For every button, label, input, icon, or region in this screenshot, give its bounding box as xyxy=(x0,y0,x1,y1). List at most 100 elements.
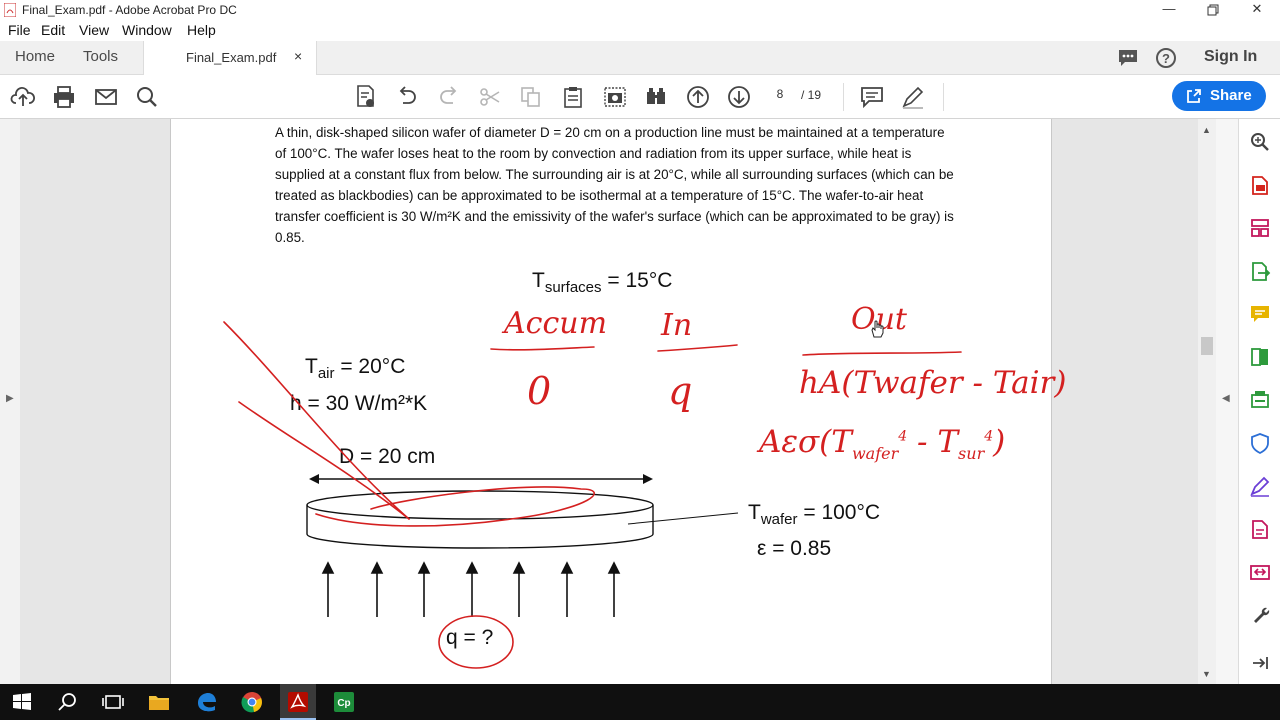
previous-page-button[interactable] xyxy=(685,84,711,110)
right-collapse-strip[interactable]: ◀ xyxy=(1216,119,1238,684)
redo-icon xyxy=(440,86,457,104)
in-handwriting: In xyxy=(661,308,693,343)
copy-icon xyxy=(521,87,540,107)
organize-pages-icon[interactable] xyxy=(1249,217,1271,239)
windows-start-icon[interactable] xyxy=(10,690,34,714)
page-number-input[interactable]: 8 xyxy=(767,87,793,105)
tab-tools[interactable]: Tools xyxy=(83,48,118,65)
menu-file[interactable]: File xyxy=(8,22,31,38)
wafer-diagram xyxy=(223,321,962,669)
accum-zero-handwriting: 0 xyxy=(527,369,552,413)
document-settings-icon xyxy=(357,85,374,107)
scroll-down-icon[interactable]: ▼ xyxy=(1202,669,1211,679)
next-page-button[interactable] xyxy=(726,84,752,110)
edge-browser-icon[interactable] xyxy=(194,690,218,714)
comment-tool-icon[interactable] xyxy=(1249,303,1271,325)
minimize-button[interactable]: — xyxy=(1146,0,1192,20)
fill-sign-icon[interactable] xyxy=(1249,475,1271,497)
scroll-up-icon[interactable]: ▲ xyxy=(1202,125,1211,135)
clipboard-icon xyxy=(564,87,582,108)
print-button[interactable] xyxy=(51,84,77,110)
protect-shield-icon[interactable] xyxy=(1249,432,1271,454)
upload-button[interactable] xyxy=(10,84,36,110)
scissors-icon xyxy=(480,88,500,106)
window-title: Final_Exam.pdf - Adobe Acrobat Pro DC xyxy=(22,3,237,17)
edit-pdf-button[interactable] xyxy=(353,84,379,110)
page-total: / 19 xyxy=(801,88,822,102)
create-pdf-icon[interactable] xyxy=(1249,174,1271,196)
pdf-page: A thin, disk-shaped silicon wafer of dia… xyxy=(170,119,1066,684)
scan-ocr-icon[interactable] xyxy=(1249,389,1271,411)
file-explorer-icon[interactable] xyxy=(147,690,171,714)
toolbar-divider xyxy=(843,83,844,111)
binoculars-icon xyxy=(647,88,665,104)
export-pdf-icon[interactable] xyxy=(1249,260,1271,282)
edit-document-icon[interactable] xyxy=(1249,518,1271,540)
arrow-down-circle-icon xyxy=(728,86,750,108)
search-button[interactable] xyxy=(134,84,160,110)
menu-view[interactable]: View xyxy=(79,22,109,38)
collapse-right-panel-icon[interactable]: ◀ xyxy=(1222,393,1230,404)
share-button[interactable]: Share xyxy=(1172,81,1266,111)
undo-button[interactable] xyxy=(394,84,420,110)
sign-in-link[interactable]: Sign In xyxy=(1204,48,1257,66)
send-for-review-icon[interactable] xyxy=(1249,561,1271,583)
radiation-term-handwriting: Aεσ(Twafer4 - Tsur4) xyxy=(759,424,1006,464)
comment-icon xyxy=(861,87,883,109)
taskbar-acrobat-active[interactable] xyxy=(280,684,316,720)
redo-button[interactable] xyxy=(436,84,462,110)
task-view-icon[interactable] xyxy=(101,690,125,714)
cloud-upload-icon xyxy=(10,87,35,106)
toolbar-divider-2 xyxy=(943,83,944,111)
left-collapse-strip[interactable]: ▶ xyxy=(0,119,21,684)
convection-term-handwriting: hA(Twafer - Tair) xyxy=(799,365,1067,401)
wafer-disk xyxy=(306,490,739,549)
close-window-button[interactable]: ✕ xyxy=(1234,0,1280,20)
copy-button[interactable] xyxy=(518,84,544,110)
in-q-handwriting: q xyxy=(668,369,693,413)
expand-left-panel-icon[interactable]: ▶ xyxy=(6,393,14,404)
paste-button[interactable] xyxy=(560,84,586,110)
comment-button[interactable] xyxy=(859,84,885,110)
svg-text:?: ? xyxy=(1162,51,1170,66)
restore-button[interactable] xyxy=(1190,0,1236,20)
taskbar-search-icon[interactable] xyxy=(56,690,80,714)
menu-edit[interactable]: Edit xyxy=(41,22,65,38)
tab-bar: Home Tools Final_Exam.pdf × ? Sign In xyxy=(0,41,1280,75)
snapshot-button[interactable] xyxy=(602,84,628,110)
menu-window[interactable]: Window xyxy=(122,22,172,38)
search-icon xyxy=(137,87,157,107)
tab-document-label: Final_Exam.pdf xyxy=(186,50,277,65)
title-bar: Final_Exam.pdf - Adobe Acrobat Pro DC — … xyxy=(0,0,1280,20)
camtasia-icon[interactable]: Cp xyxy=(332,690,356,714)
share-label: Share xyxy=(1210,87,1252,104)
collapse-tools-pane-icon[interactable] xyxy=(1249,652,1271,674)
hand-cursor-icon xyxy=(871,320,884,338)
share-icon xyxy=(1187,89,1201,103)
help-icon[interactable]: ? xyxy=(1155,47,1177,69)
vertical-scrollbar[interactable]: ▲ ▼ xyxy=(1198,119,1216,684)
scroll-thumb[interactable] xyxy=(1201,337,1213,355)
toolbar: 8 / 19 Share xyxy=(0,75,1280,119)
tab-home[interactable]: Home xyxy=(15,48,55,65)
compare-button[interactable] xyxy=(643,84,669,110)
restore-icon xyxy=(1207,4,1219,16)
more-tools-wrench-icon[interactable] xyxy=(1249,604,1271,626)
camera-icon xyxy=(604,87,626,107)
menu-help[interactable]: Help xyxy=(187,22,216,38)
tab-close-icon[interactable]: × xyxy=(294,48,302,64)
acrobat-taskbar-icon xyxy=(288,692,308,712)
undo-icon xyxy=(399,86,416,104)
highlight-button[interactable] xyxy=(900,84,926,110)
arrow-up-circle-icon xyxy=(687,86,709,108)
cut-button[interactable] xyxy=(477,84,503,110)
menu-bar: File Edit View Window Help xyxy=(0,20,1280,41)
email-button[interactable] xyxy=(93,84,119,110)
chrome-browser-icon[interactable] xyxy=(240,690,264,714)
highlighter-pen-icon xyxy=(902,86,924,109)
tab-document[interactable]: Final_Exam.pdf × xyxy=(143,41,317,75)
zoom-search-icon[interactable] xyxy=(1249,131,1271,153)
windows-taskbar: Cp xyxy=(0,684,1280,720)
compare-files-icon[interactable] xyxy=(1249,346,1271,368)
comment-bubble-icon[interactable] xyxy=(1117,48,1139,68)
